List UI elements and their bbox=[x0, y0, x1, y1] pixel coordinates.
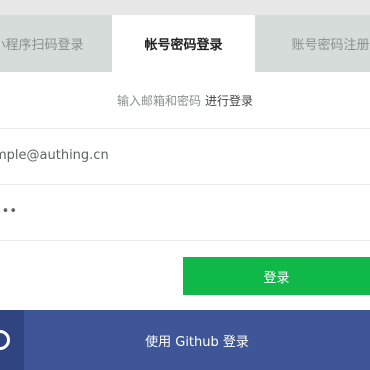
tab-label: 小程序扫码登录 bbox=[0, 38, 84, 53]
divider bbox=[0, 240, 370, 241]
login-button[interactable]: 登录 bbox=[183, 257, 370, 295]
email-value: mple@authing.cn bbox=[0, 147, 109, 163]
password-value: ••• bbox=[0, 203, 18, 219]
top-strip bbox=[0, 0, 370, 15]
github-login-button[interactable]: 使用 Github 登录 bbox=[0, 310, 370, 370]
hint-strong: 进行登录 bbox=[205, 93, 254, 108]
login-hint: 输入邮箱和密码 进行登录 bbox=[0, 72, 370, 128]
tab-label: 帐号密码登录 bbox=[144, 38, 223, 53]
github-icon-box bbox=[0, 310, 24, 370]
hint-text: 输入邮箱和密码 bbox=[116, 93, 201, 108]
github-login-label: 使用 Github 登录 bbox=[145, 334, 249, 350]
tab-miniprogram-scan[interactable]: 小程序扫码登录 bbox=[0, 15, 112, 72]
password-field[interactable]: ••• bbox=[0, 184, 370, 238]
tab-account-password[interactable]: 帐号密码登录 bbox=[112, 15, 255, 72]
login-tabs: 小程序扫码登录 帐号密码登录 账号密码注册 bbox=[0, 15, 370, 72]
github-icon bbox=[0, 330, 10, 350]
tab-register[interactable]: 账号密码注册 bbox=[255, 15, 370, 72]
email-field[interactable]: mple@authing.cn bbox=[0, 128, 370, 182]
tab-label: 账号密码注册 bbox=[291, 38, 370, 53]
login-screen: 小程序扫码登录 帐号密码登录 账号密码注册 输入邮箱和密码 进行登录 mple@… bbox=[0, 0, 370, 370]
